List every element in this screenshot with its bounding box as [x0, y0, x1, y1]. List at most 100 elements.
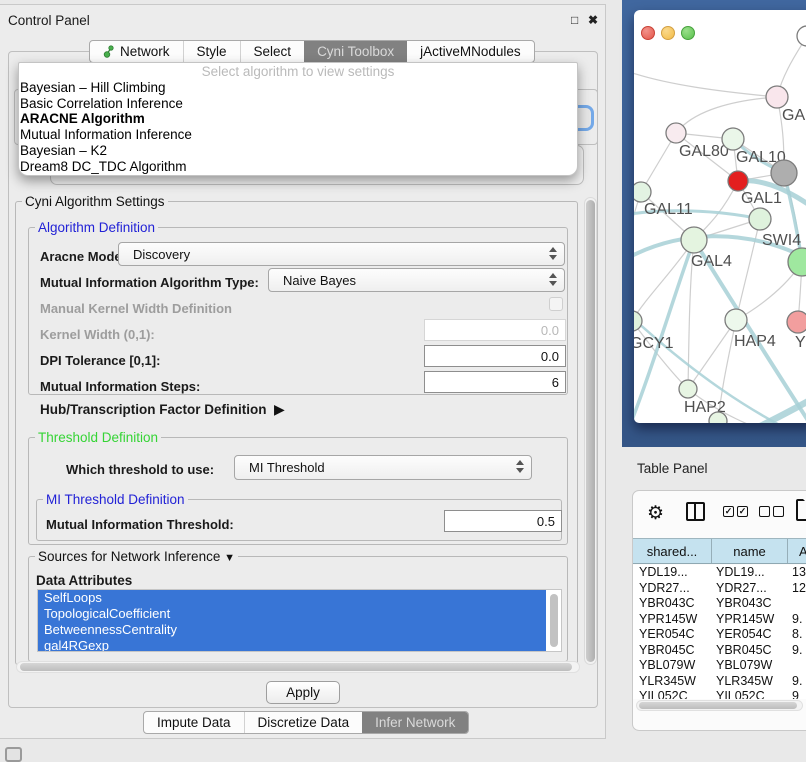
expand-right-icon[interactable]: ▶ — [274, 401, 285, 418]
algorithm-option-aracne-algorithm[interactable]: ARACNE Algorithm — [19, 111, 577, 127]
network-node-gal10[interactable] — [722, 128, 744, 150]
network-node-gal11[interactable] — [634, 182, 651, 202]
tab-jactivemnodules[interactable]: jActiveMNodules — [407, 41, 534, 62]
columns-icon[interactable] — [686, 502, 705, 521]
application-root: Control Panel □ ✖ NetworkStyleSelectCyni… — [0, 0, 806, 762]
control-panel-title: Control Panel — [8, 13, 90, 28]
network-node-hap2[interactable] — [679, 380, 697, 398]
table-row[interactable]: YBR043CYBR043C — [633, 596, 806, 612]
select-all-check-icon[interactable]: ✓ — [723, 506, 734, 517]
network-node-label: Y — [795, 334, 806, 351]
network-view-window[interactable]: GALGAL80GAL10GAL1GAL11SWI4GAL4GCY1HAP4YH… — [634, 10, 806, 423]
bottom-tab-discretize-data[interactable]: Discretize Data — [244, 712, 363, 733]
manual-kernel-checkbox[interactable] — [549, 297, 563, 311]
stepper-arrows-icon — [516, 460, 524, 473]
which-threshold-select[interactable]: MI Threshold — [234, 455, 532, 480]
algorithm-option-bayesian-hill-climbing[interactable]: Bayesian – Hill Climbing — [19, 80, 577, 96]
mi-threshold-title: MI Threshold Definition — [43, 492, 188, 507]
table-toolbar: ⚙ ✓ ✓ — [633, 491, 806, 537]
table-row[interactable]: YDL19...YDL19...13 — [633, 565, 806, 581]
settings-vertical-scrollbar[interactable] — [584, 197, 597, 665]
network-edge[interactable] — [736, 219, 760, 320]
dpi-tolerance-label: DPI Tolerance [0,1]: — [40, 353, 160, 368]
table-horizontal-scrollbar[interactable] — [636, 700, 803, 711]
tab-select[interactable]: Select — [240, 41, 305, 62]
table-row[interactable]: YPR145WYPR145W9. — [633, 612, 806, 628]
tab-cyni-toolbox[interactable]: Cyni Toolbox — [304, 41, 407, 62]
bottom-tabs: Impute DataDiscretize DataInfer Network — [143, 711, 469, 734]
table-row[interactable]: YLR345WYLR345W9. — [633, 674, 806, 690]
control-panel-window: Control Panel □ ✖ NetworkStyleSelectCyni… — [0, 4, 606, 739]
collapse-down-icon[interactable]: ▼ — [224, 552, 235, 564]
tab-network[interactable]: Network — [90, 41, 183, 62]
bottom-tab-infer-network[interactable]: Infer Network — [362, 712, 468, 733]
hub-definition-label[interactable]: Hub/Transcription Factor Definition — [40, 402, 267, 417]
network-node-label: SWI4 — [762, 232, 801, 249]
mi-type-value: Naive Bayes — [283, 273, 356, 288]
network-node-gal[interactable] — [766, 86, 788, 108]
table-row[interactable]: YBL079WYBL079W — [633, 658, 806, 674]
network-edge[interactable] — [634, 70, 777, 97]
algorithm-option-mutual-information-inference[interactable]: Mutual Information Inference — [19, 127, 577, 143]
network-node-label: GAL4 — [691, 253, 732, 270]
data-attributes-list[interactable]: SelfLoopsTopologicalCoefficientBetweenne… — [37, 589, 562, 652]
aracne-mode-label: Aracne Mode: — [40, 249, 126, 264]
mi-type-select[interactable]: Naive Bayes — [268, 268, 565, 292]
deselect-all-icon[interactable] — [759, 506, 770, 517]
list-scrollbar[interactable] — [550, 594, 558, 647]
mi-threshold-input[interactable]: 0.5 — [444, 510, 562, 532]
table-row[interactable]: YER054CYER054C8. — [633, 627, 806, 643]
network-node-gal1[interactable] — [728, 171, 748, 191]
aracne-mode-select[interactable]: Discovery — [118, 242, 565, 266]
network-node-swi4[interactable] — [749, 208, 771, 230]
network-edge[interactable] — [676, 97, 777, 133]
which-threshold-label: Which threshold to use: — [66, 462, 214, 477]
network-graph[interactable]: GALGAL80GAL10GAL1GAL11SWI4GAL4GCY1HAP4YH… — [634, 10, 806, 423]
deselect-all2-icon[interactable] — [773, 506, 784, 517]
float-window-icon[interactable]: □ — [571, 13, 578, 27]
network-node[interactable] — [771, 160, 797, 186]
attribute-item-topologicalcoefficient[interactable]: TopologicalCoefficient — [38, 606, 546, 622]
table-row[interactable]: YDR27...YDR27...12 — [633, 581, 806, 597]
algorithm-option-basic-correlation-inference[interactable]: Basic Correlation Inference — [19, 96, 577, 112]
algorithm-dropdown-items: Bayesian – Hill ClimbingBasic Correlatio… — [19, 80, 577, 174]
tab-style[interactable]: Style — [183, 41, 240, 62]
network-node-gcy1[interactable] — [634, 311, 642, 331]
network-node-hap4[interactable] — [725, 309, 747, 331]
which-threshold-value: MI Threshold — [249, 460, 325, 475]
algorithm-dropdown-popup: Select algorithm to view settings Bayesi… — [18, 62, 578, 176]
settings-horizontal-scrollbar[interactable] — [16, 661, 580, 673]
apply-button[interactable]: Apply — [266, 681, 340, 704]
network-node[interactable] — [797, 26, 806, 46]
export-table-icon[interactable] — [796, 499, 806, 521]
close-window-icon[interactable]: ✖ — [588, 13, 598, 27]
network-edge[interactable] — [634, 321, 688, 389]
kernel-width-input[interactable]: 0.0 — [424, 319, 566, 341]
collapsed-panel-icon[interactable] — [5, 747, 22, 762]
manual-kernel-label: Manual Kernel Width Definition — [40, 301, 232, 316]
network-node-label: GAL11 — [644, 201, 693, 218]
column-header-name[interactable]: name — [712, 539, 788, 563]
dpi-tolerance-input[interactable]: 0.0 — [424, 345, 566, 367]
attribute-item-selfloops[interactable]: SelfLoops — [38, 590, 546, 606]
algorithm-option-dream8-dc-tdc-algorithm[interactable]: Dream8 DC_TDC Algorithm — [19, 159, 577, 175]
threshold-definition-title: Threshold Definition — [35, 430, 161, 445]
select-all-check2-icon[interactable]: ✓ — [737, 506, 748, 517]
network-node-y[interactable] — [787, 311, 806, 333]
table-row[interactable]: YIL052CYIL052C9 — [633, 689, 806, 699]
gear-icon[interactable]: ⚙ — [647, 502, 664, 525]
mi-steps-input[interactable]: 6 — [424, 371, 566, 393]
network-node-gal80[interactable] — [666, 123, 686, 143]
attribute-item-betweennesscentrality[interactable]: BetweennessCentrality — [38, 622, 546, 638]
attribute-item-gal4rgexp[interactable]: gal4RGexp — [38, 638, 546, 652]
column-header-shared[interactable]: shared... — [633, 539, 712, 563]
network-node-gal4[interactable] — [681, 227, 707, 253]
algorithm-dropdown-placeholder: Select algorithm to view settings — [19, 63, 577, 80]
table-panel-card: ⚙ ✓ ✓ shared... name A YDL19...YDL19...1… — [632, 490, 806, 731]
bottom-tab-impute-data[interactable]: Impute Data — [144, 712, 244, 733]
column-header-partial[interactable]: A — [788, 539, 806, 563]
mi-type-label: Mutual Information Algorithm Type: — [40, 275, 259, 290]
algorithm-option-bayesian-k2[interactable]: Bayesian – K2 — [19, 143, 577, 159]
table-row[interactable]: YBR045CYBR045C9. — [633, 643, 806, 659]
algorithm-definition-title: Algorithm Definition — [35, 220, 158, 235]
